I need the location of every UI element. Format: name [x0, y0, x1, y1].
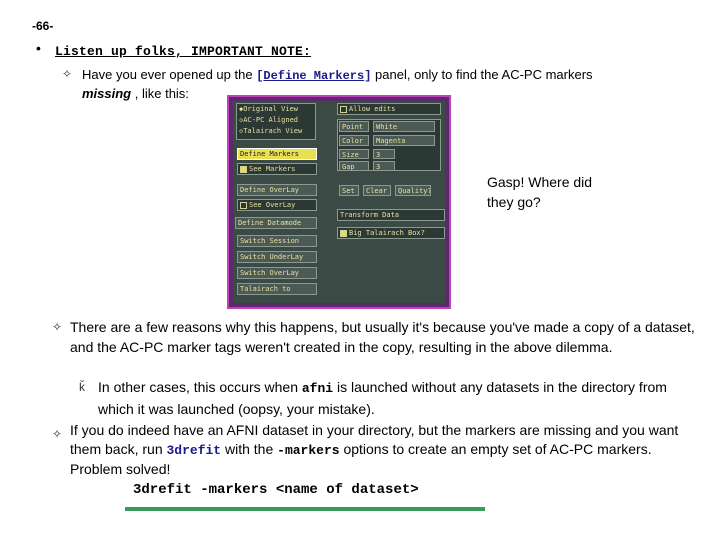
- checkbox-icon: [240, 165, 247, 173]
- gasp-caption: Gasp! Where did they go?: [487, 174, 593, 210]
- see-overlay-toggle: See OverLay: [237, 199, 317, 211]
- original-view-radio: ◆Original View: [239, 105, 299, 113]
- see-markers-toggle: See Markers: [237, 163, 317, 175]
- define-markers-label: Define Markers: [263, 69, 365, 83]
- bullet-3-text: If you do indeed have an AFNI dataset in…: [70, 421, 700, 479]
- talairach-view-radio: ◇Talairach View: [239, 127, 303, 135]
- sub1-pre: Have you ever opened up the: [82, 67, 257, 82]
- switch-underlay-button: Switch UnderLay: [237, 251, 317, 263]
- heading-colon: :: [303, 44, 312, 59]
- checkbox-icon: [340, 105, 347, 113]
- define-markers-button: Define Markers: [237, 148, 317, 160]
- color-select: Magenta: [373, 135, 435, 146]
- see-markers-label: See Markers: [249, 165, 296, 173]
- clear-button: Clear: [363, 185, 391, 196]
- afni-panel-body: ◆Original View ◇AC-PC Aligned ◇Talairach…: [233, 101, 445, 303]
- heading: Listen up folks, IMPORTANT NOTE:: [55, 44, 311, 59]
- point-label: Point: [339, 121, 369, 132]
- bullet-2-text: There are a few reasons why this happens…: [70, 319, 695, 355]
- page-number: -66-: [32, 19, 54, 33]
- switch-session-button: Switch Session: [237, 235, 317, 247]
- bullet-dot: •: [36, 40, 41, 56]
- see-overlay-label: See OverLay: [249, 201, 296, 209]
- allow-edits-label: Allow edits: [349, 105, 396, 113]
- big-talairach-box-label: Big Talairach Box?: [349, 229, 425, 237]
- point-color-select: White: [373, 121, 435, 132]
- define-datamode-button: Define Datamode: [235, 217, 317, 229]
- bullet-2-sub: In other cases, this occurs when afni is…: [98, 377, 678, 419]
- switch-overlay-button: Switch OverLay: [237, 267, 317, 279]
- gap-label: Gap: [339, 161, 369, 171]
- checkbox-icon: [240, 201, 247, 209]
- afni-command: afni: [301, 381, 334, 396]
- define-markers-reference: [Define Markers]: [256, 69, 371, 83]
- gap-value: 3: [373, 161, 395, 171]
- size-value: 3: [373, 149, 395, 159]
- sub1-mid: panel, only to find the AC-PC markers: [371, 67, 593, 82]
- markers-option: -markers: [277, 443, 340, 458]
- green-divider: [125, 507, 485, 511]
- 3drefit-command: 3drefit: [166, 443, 222, 458]
- talairach-to-button: Talairach to: [237, 283, 317, 295]
- sub1-post: , like this:: [131, 86, 189, 101]
- bullet2-sub-pre: In other cases, this occurs when: [98, 379, 302, 395]
- heading-text: Listen up folks, IMPORTANT NOTE: [55, 44, 304, 59]
- diamond-bullet-icon: ✧: [52, 427, 63, 441]
- quality-button: Quality?: [395, 185, 431, 196]
- acpc-view-radio: ◇AC-PC Aligned: [239, 116, 299, 124]
- define-overlay-button: Define OverLay: [237, 184, 317, 196]
- missing-word: missing: [82, 86, 132, 101]
- big-talairach-box-toggle: Big Talairach Box?: [337, 227, 445, 239]
- checkbox-icon: [340, 229, 347, 237]
- transform-data-button: Transform Data: [337, 209, 445, 221]
- set-button: Set: [339, 185, 359, 196]
- allow-edits-toggle: Allow edits: [337, 103, 441, 115]
- check-arrow-icon: ǩ: [79, 380, 85, 394]
- diamond-bullet-icon: ✧: [62, 67, 73, 81]
- bullet3-mid: with the: [221, 441, 278, 457]
- color-label: Color: [339, 135, 369, 146]
- diamond-bullet-icon: ✧: [52, 320, 63, 334]
- command-example: 3drefit -markers <name of dataset>: [133, 482, 419, 498]
- afni-panel-screenshot: ◆Original View ◇AC-PC Aligned ◇Talairach…: [227, 95, 451, 309]
- size-label: Size: [339, 149, 369, 159]
